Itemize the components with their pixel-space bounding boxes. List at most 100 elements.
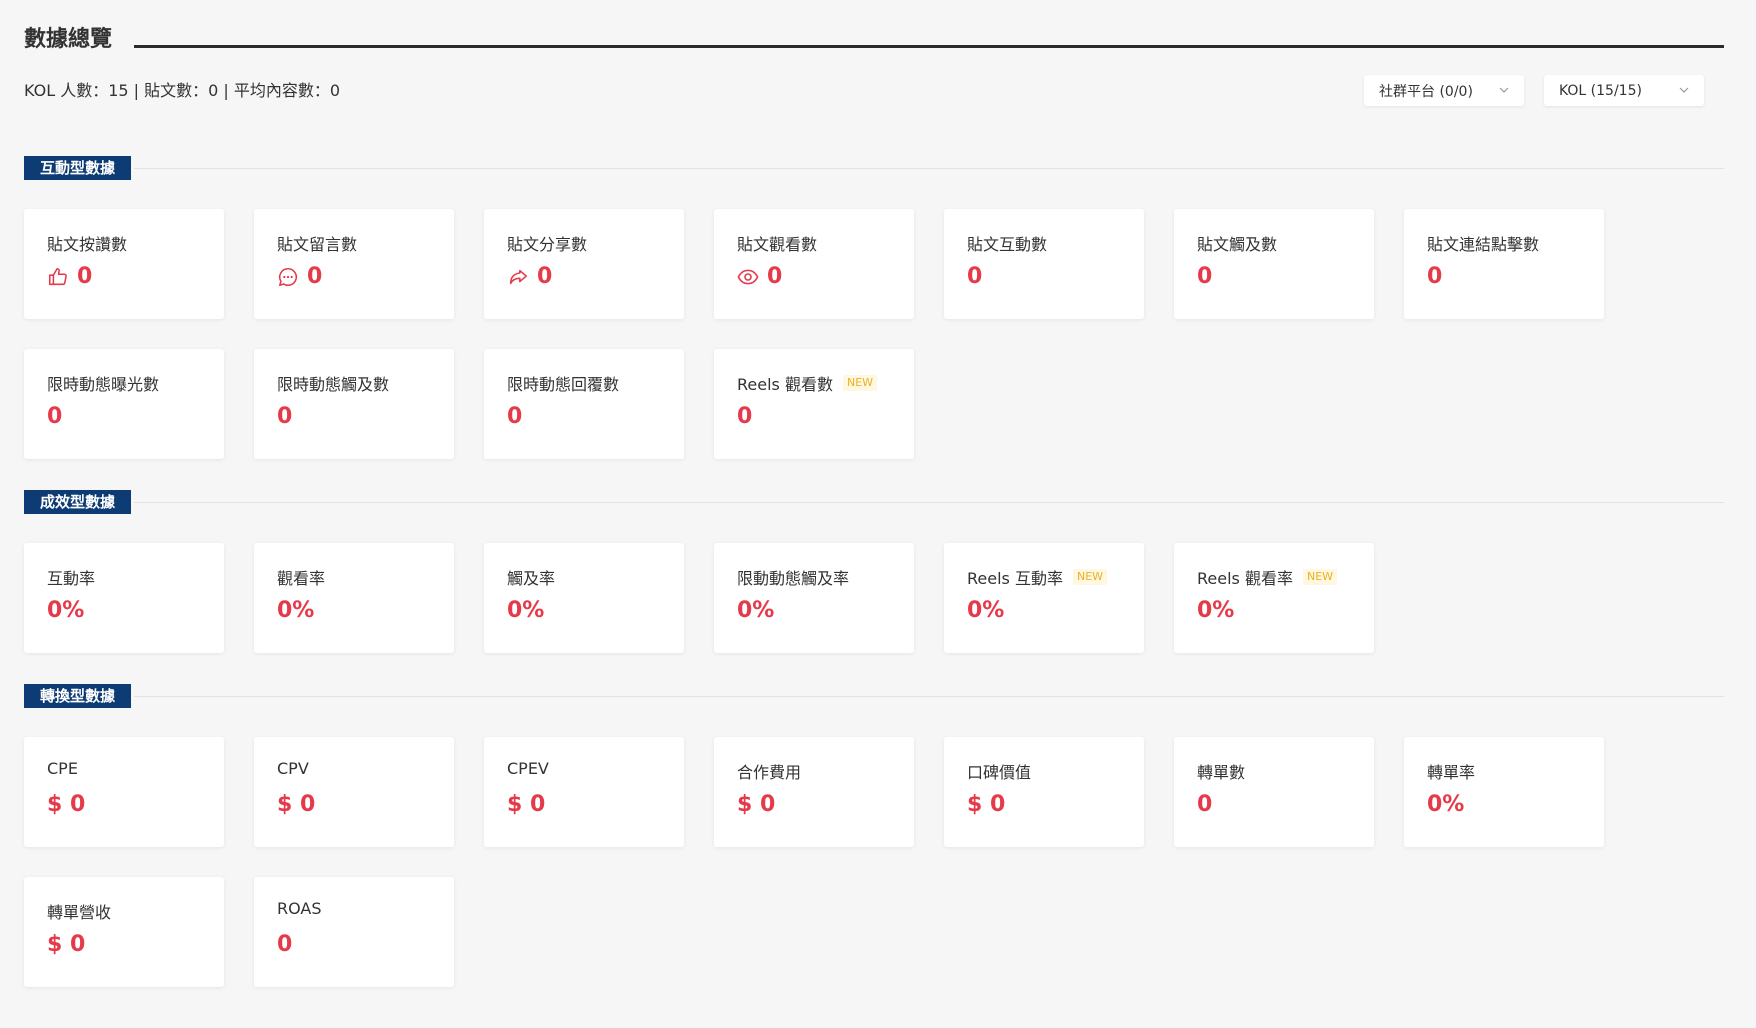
metric-value-row: 0 [737, 263, 782, 291]
metric-value-row: 0 [507, 403, 522, 431]
metric-value-row: $ 0 [737, 791, 775, 819]
data-overview-page: 數據總覽 KOL 人數：15 | 貼文數：0 | 平均內容數：0 社群平台 (0… [24, 0, 1724, 1028]
metric-label-text: 貼文觸及數 [1197, 235, 1278, 254]
metric-value: 0 [1427, 264, 1443, 289]
metric-label-text: 貼文分享數 [507, 235, 588, 254]
section-tag: 轉換型數據 [24, 684, 132, 708]
metric-label-text: 觀看率 [277, 569, 326, 588]
metric-label: 貼文互動數 [967, 231, 1047, 255]
new-badge: NEW [1302, 569, 1338, 585]
metric-value: 0 [507, 404, 523, 429]
section-header-performance: 成效型數據 [24, 490, 1724, 514]
metric-value: 0 [767, 264, 783, 289]
metric-card: 口碑價值 $ 0 [944, 737, 1144, 847]
metric-label-text: Reels 觀看數 [737, 375, 833, 394]
metric-value-row: 0 [1427, 263, 1442, 291]
metric-value-row: 0 [1197, 263, 1212, 291]
metric-card: CPE $ 0 [24, 737, 224, 847]
metric-value: 0 [737, 404, 753, 429]
metric-label-text: Reels 觀看率 [1197, 569, 1293, 588]
kol-filter-label: KOL (15/15) [1559, 82, 1642, 99]
metric-value-row: 0% [1427, 791, 1464, 819]
metric-card: 轉單數 0 [1174, 737, 1374, 847]
section-tag: 成效型數據 [24, 490, 132, 514]
metric-value-row: $ 0 [47, 791, 85, 819]
metric-card: 貼文互動數 0 [944, 209, 1144, 319]
metric-value: 0 [277, 932, 293, 957]
metric-value: 0% [1197, 598, 1235, 623]
metric-value: 0% [507, 598, 545, 623]
metric-card: CPEV $ 0 [484, 737, 684, 847]
title-divider [134, 45, 1724, 48]
share-icon [507, 266, 529, 288]
metric-value: 0 [307, 264, 323, 289]
metric-value-row: 0% [737, 597, 774, 625]
section-divider [134, 696, 1724, 697]
metric-label-text: 口碑價值 [967, 763, 1032, 782]
metric-label: CPE [47, 759, 78, 778]
section-tag: 互動型數據 [24, 156, 132, 180]
metric-value-row: $ 0 [47, 931, 85, 959]
metric-label-text: 限時動態觸及數 [277, 375, 390, 394]
metric-label: CPV [277, 759, 309, 778]
metric-label: 貼文分享數 [507, 231, 587, 255]
metric-label: 限時動態回覆數 [507, 371, 619, 395]
metric-value-row: 0 [967, 263, 982, 291]
metric-label: 合作費用 [737, 759, 801, 783]
metric-label-text: 貼文按讚數 [47, 235, 128, 254]
metric-card: 限動動態觸及率 0% [714, 543, 914, 653]
metric-label: ROAS [277, 899, 322, 918]
metric-label: 貼文留言數 [277, 231, 357, 255]
metric-card: 觸及率 0% [484, 543, 684, 653]
metric-value-row: 0 [277, 931, 292, 959]
platform-filter-dropdown[interactable]: 社群平台 (0/0) [1364, 75, 1524, 106]
metric-label: Reels 觀看率 NEW [1197, 565, 1338, 589]
chevron-down-icon [1679, 87, 1689, 93]
metric-value-row: 0% [47, 597, 84, 625]
metric-card: 合作費用 $ 0 [714, 737, 914, 847]
metric-value: 0% [737, 598, 775, 623]
metric-card: 貼文分享數 0 [484, 209, 684, 319]
kol-filter-dropdown[interactable]: KOL (15/15) [1544, 75, 1704, 106]
page-title-row: 數據總覽 [24, 24, 1724, 56]
metric-label: 轉單營收 [47, 899, 111, 923]
metric-value-row: 0 [277, 263, 322, 291]
metric-label-text: 轉單率 [1427, 763, 1476, 782]
metric-value: 0 [1197, 792, 1213, 817]
chevron-down-icon [1499, 87, 1509, 93]
metric-value: 0% [277, 598, 315, 623]
metric-value-row: 0 [737, 403, 752, 431]
metric-card: 轉單營收 $ 0 [24, 877, 224, 987]
metric-label: 貼文按讚數 [47, 231, 127, 255]
metric-card: Reels 觀看數 NEW 0 [714, 349, 914, 459]
new-badge: NEW [1072, 569, 1108, 585]
metric-value-row: 0 [47, 403, 62, 431]
metric-label: 觸及率 [507, 565, 555, 589]
metric-value-row: 0 [47, 263, 92, 291]
metric-card: 互動率 0% [24, 543, 224, 653]
metric-label: 互動率 [47, 565, 95, 589]
metric-value: $ 0 [277, 792, 316, 817]
metric-value: 0 [1197, 264, 1213, 289]
metric-value: $ 0 [47, 792, 86, 817]
metric-value: $ 0 [507, 792, 546, 817]
section-divider [134, 502, 1724, 503]
metric-card: 限時動態觸及數 0 [254, 349, 454, 459]
metric-value: $ 0 [737, 792, 776, 817]
thumbs-up-icon [47, 266, 69, 288]
summary-stats: KOL 人數：15 | 貼文數：0 | 平均內容數：0 [24, 80, 340, 102]
metric-label: 口碑價值 [967, 759, 1031, 783]
metric-value-row: $ 0 [277, 791, 315, 819]
metric-card: 限時動態曝光數 0 [24, 349, 224, 459]
metric-card: 轉單率 0% [1404, 737, 1604, 847]
comment-icon [277, 266, 299, 288]
metric-label: Reels 觀看數 NEW [737, 371, 878, 395]
metric-label-text: Reels 互動率 [967, 569, 1063, 588]
metric-label: Reels 互動率 NEW [967, 565, 1108, 589]
metric-label: 轉單率 [1427, 759, 1475, 783]
eye-icon [737, 266, 759, 288]
metric-label: 限時動態曝光數 [47, 371, 159, 395]
metric-value: 0% [47, 598, 85, 623]
metric-card: 限時動態回覆數 0 [484, 349, 684, 459]
metric-label-text: 貼文觀看數 [737, 235, 818, 254]
